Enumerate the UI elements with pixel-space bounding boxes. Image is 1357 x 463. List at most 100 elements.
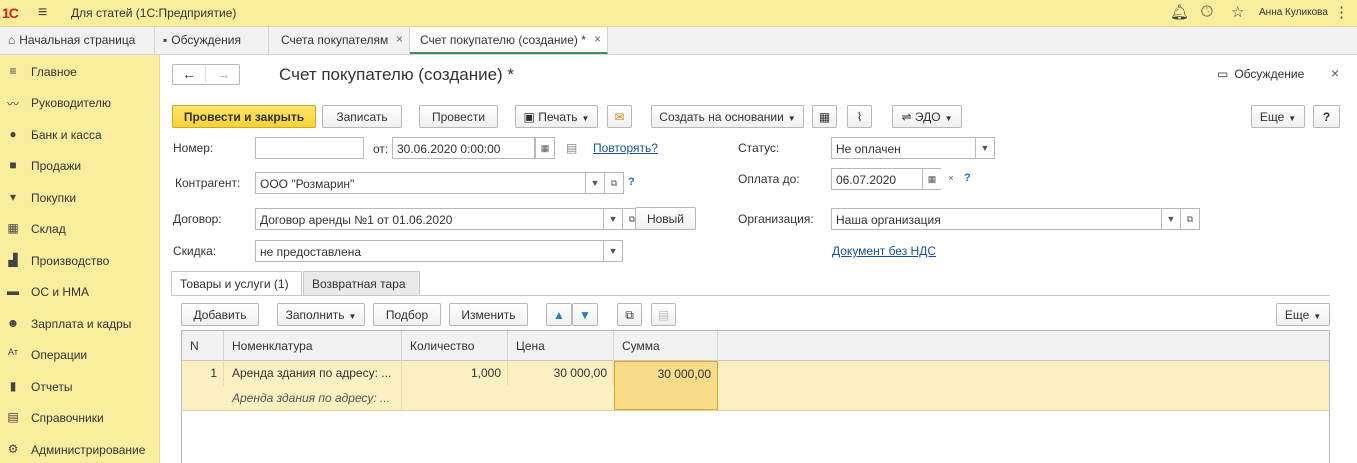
sidebar-item-catalogs[interactable]: ▤ Справочники	[0, 406, 160, 430]
vat-document-link[interactable]: Документ без НДС	[832, 244, 936, 258]
contract-field[interactable]: Договор аренды №1 от 01.06.2020	[255, 208, 604, 230]
contractor-label: Контрагент:	[175, 176, 241, 190]
tab-label: Счета покупателям	[281, 33, 389, 47]
attach-button[interactable]: ⌇	[847, 105, 872, 128]
sidebar-item-reports[interactable]: ▮ Отчеты	[0, 375, 160, 399]
column-header-n[interactable]: N	[182, 331, 224, 361]
paste-button[interactable]: ▤	[651, 303, 676, 326]
chevron-down-icon[interactable]: ▼	[603, 208, 623, 230]
cell-nomenclature-description[interactable]: Аренда здания по адресу: ...	[224, 386, 402, 411]
star-icon[interactable]: ☆	[1231, 3, 1244, 21]
sidebar-item-label: Продажи	[31, 159, 82, 173]
cell-n[interactable]: 1	[182, 361, 224, 386]
sidebar-item-salary[interactable]: ☻ Зарплата и кадры	[0, 312, 160, 336]
chevron-down-icon: ▼	[787, 114, 796, 123]
tab-discussions[interactable]: ▪ Обсуждения	[155, 27, 269, 54]
app-header: 1С ≡ Для статей (1С:Предприятие) 🔔︎ 🕓︎ ☆…	[0, 0, 1357, 27]
cell-sum[interactable]: 30 000,00	[614, 361, 718, 410]
close-icon[interactable]: ×	[1331, 65, 1339, 81]
discount-select[interactable]: не предоставлена	[255, 240, 604, 262]
change-button[interactable]: Изменить	[449, 303, 528, 326]
new-contract-button[interactable]: Новый	[635, 207, 696, 230]
save-button[interactable]: Записать	[322, 105, 402, 128]
pick-button[interactable]: Подбор	[373, 303, 441, 326]
arrow-up-icon: ▲	[553, 308, 565, 322]
fill-label: Заполнить	[285, 308, 345, 322]
sidebar-item-warehouse[interactable]: ▦ Склад	[0, 217, 160, 241]
pay-until-label: Оплата до:	[738, 172, 800, 186]
add-button[interactable]: Добавить	[181, 303, 259, 326]
structure-button[interactable]: ▦	[812, 105, 837, 128]
bell-icon[interactable]: 🔔︎	[1170, 3, 1189, 21]
sidebar-item-admin[interactable]: ⚙ Администрирование	[0, 438, 160, 462]
help-icon[interactable]: ?	[628, 176, 635, 188]
sidebar-item-assets[interactable]: ▬ ОС и НМА	[0, 280, 160, 304]
sidebar-item-bank[interactable]: ● Банк и касса	[0, 123, 160, 147]
close-tab-icon[interactable]: ×	[594, 32, 601, 46]
edo-label: ЭДО	[914, 110, 941, 124]
tab-returnable-packaging[interactable]: Возвратная тара	[303, 271, 420, 296]
user-name[interactable]: Анна Куликова	[1259, 7, 1328, 18]
create-based-on-button[interactable]: Создать на основании ▼	[651, 105, 804, 128]
column-header-nomenclature[interactable]: Номенклатура	[224, 331, 402, 361]
sidebar-item-operations[interactable]: Ат Операции	[0, 343, 160, 367]
more-icon[interactable]: ⋮	[1334, 3, 1349, 21]
cell-quantity[interactable]: 1,000	[402, 361, 508, 386]
date-field[interactable]: 30.06.2020 0:00:00	[392, 137, 535, 159]
tab-goods-services[interactable]: Товары и услуги (1)	[171, 271, 302, 296]
main-menu-icon[interactable]: ≡	[38, 4, 47, 22]
calendar-icon[interactable]: ▦	[922, 168, 942, 190]
status-select[interactable]: Не оплачен	[831, 137, 976, 159]
home-icon: ⌂	[8, 33, 16, 47]
chevron-down-icon: ▼	[348, 312, 357, 321]
sidebar-item-label: ОС и НМА	[31, 285, 90, 299]
chevron-down-icon[interactable]: ▼	[975, 137, 995, 159]
copy-button[interactable]: ⧉	[617, 303, 642, 326]
close-tab-icon[interactable]: ×	[396, 32, 403, 46]
fill-button[interactable]: Заполнить ▼	[277, 303, 365, 326]
print-button[interactable]: ▣ Печать ▼	[515, 105, 598, 128]
move-down-button[interactable]: ▼	[572, 303, 598, 326]
tab-invoice-create[interactable]: Счет покупателю (создание) * ×	[410, 27, 608, 54]
email-button[interactable]: ✉	[607, 105, 632, 128]
sidebar-item-manager[interactable]: 〰 Руководителю	[0, 91, 160, 115]
number-field[interactable]	[255, 137, 364, 159]
goods-table: N Номенклатура Количество Цена Сумма 1 А…	[181, 330, 1330, 463]
tab-invoices[interactable]: Счета покупателям ×	[269, 27, 410, 54]
move-up-button[interactable]: ▲	[546, 303, 572, 326]
chevron-down-icon[interactable]: ▼	[585, 172, 605, 194]
sidebar-item-sales[interactable]: ■ Продажи	[0, 154, 160, 178]
history-icon[interactable]: 🕓︎	[1201, 3, 1213, 20]
open-icon[interactable]: ⧉	[604, 172, 624, 194]
chevron-down-icon[interactable]: ▼	[1161, 208, 1181, 230]
column-header-quantity[interactable]: Количество	[402, 331, 508, 361]
table-row[interactable]: 1 Аренда здания по адресу: ... Аренда зд…	[182, 361, 1329, 411]
tab-home[interactable]: ⌂ Начальная страница	[0, 27, 155, 54]
help-button[interactable]: ?	[1313, 105, 1340, 128]
help-icon[interactable]: ?	[964, 172, 971, 184]
more-button[interactable]: Еще ▼	[1251, 105, 1305, 128]
edo-button[interactable]: ⇌ ЭДО ▼	[892, 105, 962, 128]
sidebar-item-purchases[interactable]: ▾ Покупки	[0, 186, 160, 210]
pay-until-field[interactable]: 06.07.2020	[831, 168, 923, 190]
sidebar-item-main[interactable]: ≡ Главное	[0, 60, 160, 84]
repeat-link[interactable]: Повторять?	[593, 141, 658, 155]
post-button[interactable]: Провести	[419, 105, 498, 128]
table-more-button[interactable]: Еще ▼	[1276, 303, 1330, 326]
column-header-sum[interactable]: Сумма	[614, 331, 718, 361]
sidebar-item-production[interactable]: ▟ Производство	[0, 249, 160, 273]
chevron-down-icon: ▼	[581, 114, 590, 123]
cell-nomenclature[interactable]: Аренда здания по адресу: ...	[224, 361, 402, 386]
discussion-button[interactable]: ▭ Обсуждение	[1217, 67, 1304, 81]
column-header-price[interactable]: Цена	[508, 331, 614, 361]
chevron-down-icon[interactable]: ▼	[603, 240, 623, 262]
forward-arrow-icon[interactable]: →	[207, 66, 240, 82]
contractor-field[interactable]: ООО "Розмарин"	[255, 172, 586, 194]
clear-icon[interactable]: ×	[941, 168, 961, 190]
calendar-icon[interactable]: ▦	[535, 137, 555, 159]
cell-price[interactable]: 30 000,00	[508, 361, 614, 386]
organization-field[interactable]: Наша организация	[831, 208, 1182, 230]
back-arrow-icon[interactable]: ←	[173, 66, 206, 82]
post-and-close-button[interactable]: Провести и закрыть	[172, 105, 316, 128]
open-icon[interactable]: ⧉	[1180, 208, 1200, 230]
